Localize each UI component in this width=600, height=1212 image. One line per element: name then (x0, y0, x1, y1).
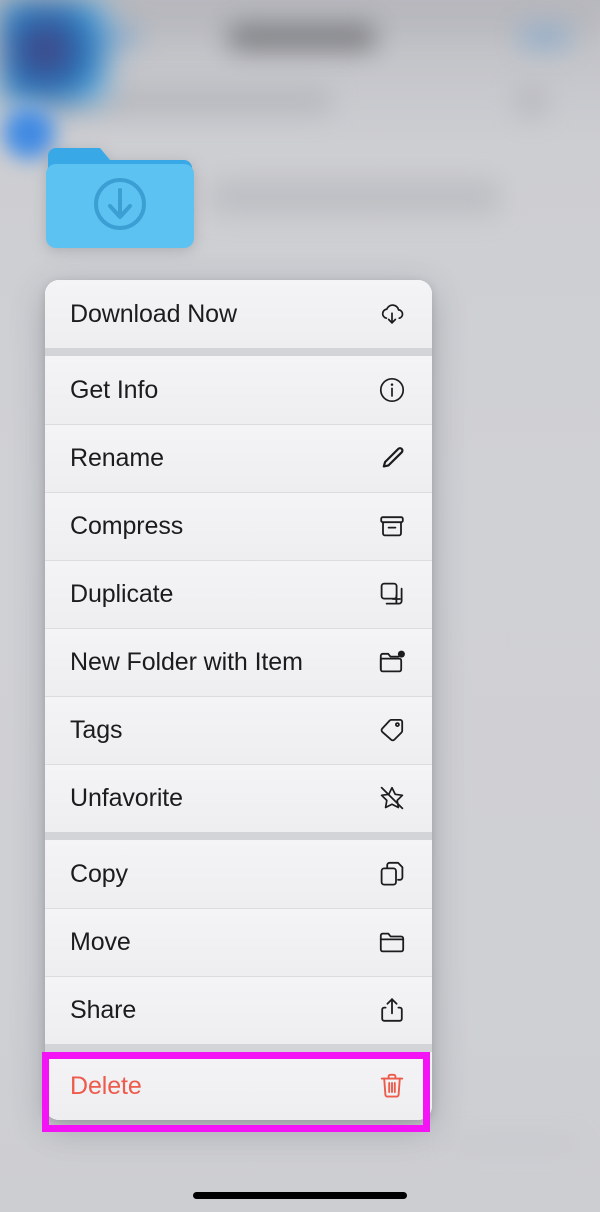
cloud-download-icon (377, 299, 407, 329)
context-menu[interactable]: Download Now Get Info Rename Compress Duplic… (45, 280, 432, 1120)
menu-item-label: Unfavorite (70, 783, 183, 812)
menu-group-separator (45, 348, 432, 356)
trash-icon (377, 1071, 407, 1101)
menu-item-label: Move (70, 927, 131, 956)
menu-group-separator (45, 832, 432, 840)
background-section-heading (210, 180, 500, 214)
menu-item-move[interactable]: Move (45, 908, 432, 976)
menu-item-download-now[interactable]: Download Now (45, 280, 432, 348)
menu-item-label: Rename (70, 443, 164, 472)
menu-item-share[interactable]: Share (45, 976, 432, 1044)
menu-item-unfavorite[interactable]: Unfavorite (45, 764, 432, 832)
background-file-label (450, 1140, 580, 1149)
info-circle-icon (377, 375, 407, 405)
menu-item-label: Copy (70, 859, 128, 888)
background-toolbar-icon (516, 86, 546, 116)
menu-item-compress[interactable]: Compress (45, 492, 432, 560)
menu-group-transfer-group: Copy Move Share (45, 840, 432, 1044)
folder-download-icon[interactable] (44, 142, 196, 252)
menu-item-label: Compress (70, 511, 184, 540)
menu-item-delete[interactable]: Delete (45, 1052, 432, 1120)
home-indicator (193, 1192, 407, 1199)
duplicate-icon (377, 579, 407, 609)
menu-item-label: Share (70, 995, 137, 1024)
folder-icon (377, 927, 407, 957)
menu-item-label: Download Now (70, 299, 237, 328)
star-slash-icon (377, 783, 407, 813)
menu-item-label: New Folder with Item (70, 647, 303, 676)
menu-item-new-folder-with-item[interactable]: New Folder with Item (45, 628, 432, 696)
menu-item-copy[interactable]: Copy (45, 840, 432, 908)
menu-item-tags[interactable]: Tags (45, 696, 432, 764)
menu-group-separator (45, 1044, 432, 1052)
menu-item-duplicate[interactable]: Duplicate (45, 560, 432, 628)
share-up-icon (377, 995, 407, 1025)
menu-item-label: Tags (70, 715, 123, 744)
archivebox-icon (377, 511, 407, 541)
copy-icon (377, 859, 407, 889)
menu-item-label: Get Info (70, 375, 159, 404)
menu-group-destructive-group: Delete (45, 1052, 432, 1120)
menu-item-label: Duplicate (70, 579, 174, 608)
background-nav-title (228, 24, 376, 50)
folder-badge-plus-icon (377, 647, 407, 677)
menu-item-rename[interactable]: Rename (45, 424, 432, 492)
pencil-icon (377, 443, 407, 473)
menu-group-file-actions-group: Get Info Rename Compress Duplicate New Folde… (45, 356, 432, 832)
tag-icon (377, 715, 407, 745)
menu-item-label: Delete (70, 1071, 142, 1100)
menu-group-download-group: Download Now (45, 280, 432, 348)
menu-item-get-info[interactable]: Get Info (45, 356, 432, 424)
background-file-thumbnail (0, 0, 108, 104)
background-nav-action (520, 26, 570, 48)
